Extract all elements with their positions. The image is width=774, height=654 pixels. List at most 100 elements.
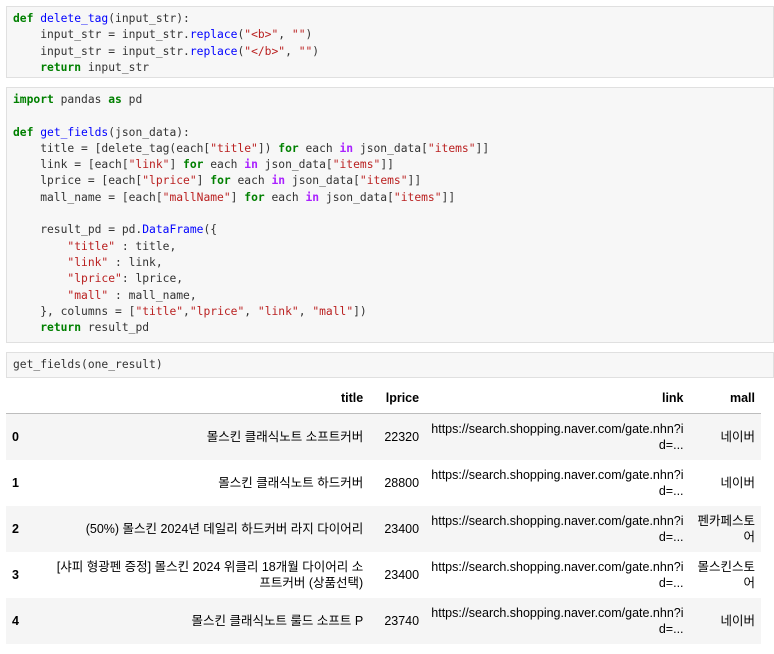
- code-token: ]]: [475, 141, 490, 155]
- code-token: DataFrame: [142, 223, 204, 237]
- code-cell-delete-tag[interactable]: def delete_tag(input_str): input_str = i…: [6, 6, 774, 78]
- code-line: input_str = input_str.replace("<b>", ""): [13, 27, 767, 43]
- code-cell-call[interactable]: get_fields(one_result): [6, 352, 774, 378]
- code-token: each: [203, 158, 245, 172]
- code-token: ]): [257, 141, 279, 155]
- table-row: 0 몰스킨 클래식노트 소프트커버 22320 https://search.s…: [6, 413, 761, 460]
- code-token: json_data[: [285, 174, 360, 188]
- code-token: : mall_name,: [108, 288, 197, 302]
- column-header-lprice: lprice: [385, 391, 420, 405]
- code-token: lprice = [each[: [13, 174, 143, 188]
- code-token: replace: [189, 28, 238, 42]
- code-token: "title": [135, 304, 184, 318]
- cell-lprice: 22320: [384, 430, 420, 444]
- code-token: mall_name = [each[: [13, 190, 163, 204]
- code-token: json_data[: [319, 190, 394, 204]
- code-token: json_data[: [257, 158, 333, 172]
- code-token: ]: [169, 158, 184, 172]
- code-line: "link" : link,: [13, 255, 767, 271]
- code-token: import: [13, 93, 54, 106]
- row-index: 2: [12, 522, 19, 536]
- code-token: "": [298, 44, 313, 58]
- column-header-link: link: [661, 391, 684, 405]
- code-line: def delete_tag(input_str):: [13, 11, 767, 27]
- cell-mall: 몰스킨스토어: [697, 560, 755, 590]
- code-token: get_fields(one_result): [13, 358, 163, 371]
- code-line: get_fields(one_result): [13, 357, 767, 373]
- code-line: "title" : title,: [13, 239, 767, 255]
- column-header-mall: mall: [729, 391, 755, 405]
- cell-link: https://search.shopping.naver.com/gate.n…: [431, 468, 684, 498]
- code-token: return: [40, 321, 82, 335]
- code-token: }, columns = [: [13, 304, 136, 318]
- code-token: in: [339, 141, 354, 155]
- code-token: return: [40, 60, 82, 74]
- code-line: import pandas as pd: [13, 92, 767, 108]
- code-token: : link,: [108, 255, 163, 269]
- code-token: in: [271, 174, 286, 188]
- code-token: replace: [189, 44, 238, 58]
- cell-link: https://search.shopping.naver.com/gate.n…: [431, 422, 684, 452]
- code-token: each: [298, 141, 340, 155]
- code-token: "mall": [67, 288, 109, 302]
- code-token: ]]: [441, 190, 456, 204]
- code-cell-get-fields[interactable]: import pandas as pd def get_fields(json_…: [6, 87, 774, 343]
- code-token: for: [183, 158, 204, 172]
- code-token: "items": [332, 158, 381, 172]
- code-token: pandas: [53, 93, 109, 106]
- code-token: result_pd = pd.: [13, 223, 143, 237]
- cell-lprice: 23400: [384, 568, 420, 582]
- code-token: delete_tag: [40, 12, 109, 25]
- code-token: "items": [359, 174, 408, 188]
- table-row: 3 [샤피 형광펜 증정] 몰스킨 2024 위클리 18개월 다이어리 소프트…: [6, 552, 761, 598]
- code-line: input_str = input_str.replace("</b>", ""…: [13, 44, 767, 60]
- cell-mall: 네이버: [720, 614, 755, 628]
- code-token: for: [244, 190, 265, 204]
- cell-title: 몰스킨 클래식노트 룰드 소프트 P: [191, 614, 364, 628]
- code-token: ,: [278, 28, 292, 42]
- code-token: "title": [67, 239, 116, 253]
- code-line: }, columns = ["title","lprice", "link", …: [13, 304, 767, 320]
- code-token: "mall": [312, 304, 354, 318]
- cell-mall: 네이버: [720, 430, 755, 444]
- code-line: return result_pd: [13, 320, 767, 336]
- row-index: 0: [12, 430, 19, 444]
- code-token: in: [305, 190, 320, 204]
- code-line: def get_fields(json_data):: [13, 125, 767, 141]
- code-line: title = [delete_tag(each["title"]) for e…: [13, 141, 767, 157]
- code-token: "lprice": [189, 304, 245, 318]
- cell-title: 몰스킨 클래식노트 하드커버: [218, 476, 364, 490]
- code-token: ): [312, 44, 320, 58]
- row-index: 3: [12, 568, 19, 582]
- code-token: ]: [196, 174, 211, 188]
- code-token: each: [230, 174, 272, 188]
- code-token: (input_str):: [108, 12, 190, 25]
- code-token: pd: [121, 93, 143, 106]
- cell-lprice: 23400: [384, 522, 420, 536]
- code-token: def: [13, 12, 41, 25]
- code-token: ): [305, 28, 313, 42]
- code-token: ,: [183, 304, 190, 318]
- code-token: "lprice": [142, 174, 197, 188]
- code-line: lprice = [each["lprice"] for each in jso…: [13, 173, 767, 189]
- code-token: ]: [230, 190, 245, 204]
- code-token: get_fields: [40, 125, 109, 139]
- table-row: 4 몰스킨 클래식노트 룰드 소프트 P 23740 https://searc…: [6, 598, 761, 644]
- row-index: 1: [12, 476, 19, 490]
- code-line: result_pd = pd.DataFrame({: [13, 222, 767, 238]
- code-token: for: [210, 174, 231, 188]
- code-token: for: [278, 141, 299, 155]
- code-token: "</b>": [244, 44, 286, 58]
- code-token: input_str = input_str.: [13, 28, 190, 42]
- index-header: [6, 383, 40, 414]
- code-token: def: [13, 125, 41, 139]
- code-token: ,: [298, 304, 313, 318]
- code-token: "link": [128, 158, 170, 172]
- code-token: input_str: [81, 60, 150, 74]
- code-token: ,: [285, 44, 299, 58]
